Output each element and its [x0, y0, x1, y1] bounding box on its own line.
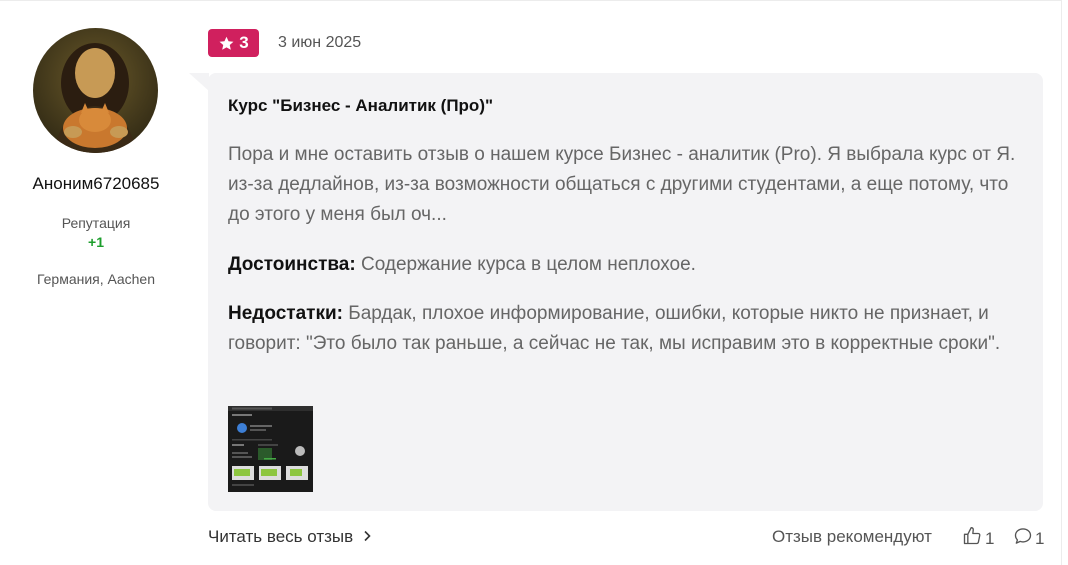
star-icon	[218, 35, 235, 52]
pros-text: Содержание курса в целом неплохое.	[360, 254, 696, 275]
username[interactable]: Аноним6720685	[0, 174, 192, 194]
review-date: 3 июн 2025	[278, 34, 362, 51]
comment-icon	[1013, 526, 1033, 551]
pros-label: Достоинства:	[228, 254, 356, 275]
comments-button[interactable]: 1	[1013, 526, 1044, 551]
read-more-label: Читать весь отзыв	[208, 527, 354, 546]
avatar[interactable]	[33, 28, 158, 153]
cons-label: Недостатки:	[228, 303, 343, 324]
review-cons: Недостатки: Бардак, плохое информировани…	[228, 299, 1028, 359]
reputation-label: Репутация	[61, 215, 131, 231]
thumbs-up-icon	[962, 526, 982, 551]
review-text: Пора и мне оставить отзыв о нашем курсе …	[228, 144, 1016, 225]
review-title[interactable]: Курс "Бизнес - Аналитик (Про)"	[228, 96, 493, 116]
read-full-review-link[interactable]: Читать весь отзыв	[208, 527, 371, 547]
recommend-label: Отзыв рекомендуют	[772, 527, 932, 546]
review-bubble	[208, 73, 1043, 511]
rating-value: 3	[239, 33, 249, 52]
bubble-tail	[189, 73, 209, 91]
attached-screenshot-thumbnail[interactable]	[228, 406, 313, 492]
review-pros: Достоинства: Содержание курса в целом не…	[228, 250, 1028, 280]
cons-text: Бардак, плохое информирование, ошибки, к…	[228, 303, 1001, 354]
reputation-value: +1	[88, 234, 104, 250]
comments-count: 1	[1035, 528, 1045, 548]
user-location: Германия, Aachen	[36, 271, 156, 287]
chevron-right-icon	[363, 527, 371, 547]
like-button[interactable]: 1	[962, 526, 994, 551]
likes-count: 1	[985, 528, 995, 548]
rating-badge: 3	[208, 29, 259, 57]
